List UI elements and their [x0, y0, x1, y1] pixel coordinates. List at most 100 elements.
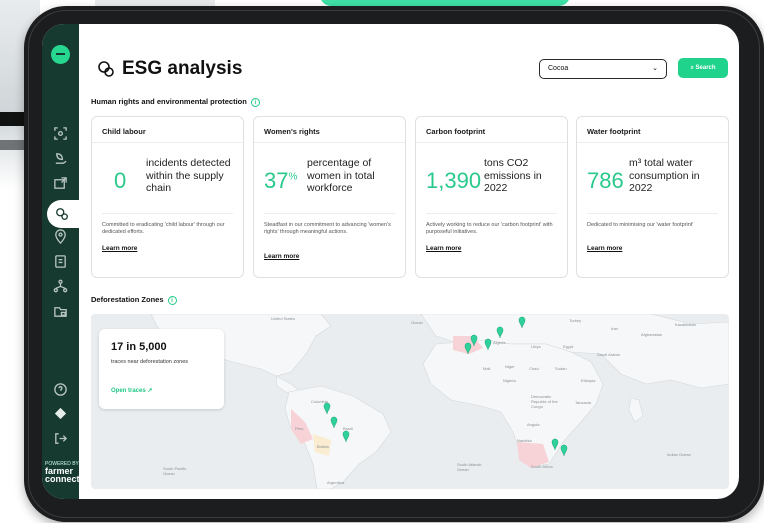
map-label: Brazil [343, 426, 354, 431]
map-label: Mali [483, 366, 491, 371]
card-value: 0 [114, 168, 126, 194]
map-label: South Atlantic Ocean [457, 462, 482, 472]
map-label: South Pacific Ocean [163, 466, 187, 476]
card-value-number: 37 [264, 168, 289, 193]
card-water-footprint: Water footprint 786 m³ total water consu… [576, 116, 729, 278]
map-label: Turkey [569, 318, 582, 323]
divider [102, 213, 233, 214]
folder-lock-icon[interactable] [53, 304, 68, 319]
map-label: Bolivia [317, 444, 329, 449]
map-label: Peru [295, 426, 304, 431]
card-womens-rights: Women's rights 37% percentage of women i… [253, 116, 406, 278]
page-title: ESG analysis [122, 58, 243, 79]
map-label: Angola [527, 422, 540, 427]
leaf-hand-icon[interactable] [53, 151, 68, 166]
esg-icon [56, 208, 68, 220]
box-export-icon[interactable] [53, 176, 68, 191]
map-label: Tanzania [575, 400, 592, 405]
map-label: United States [271, 316, 296, 321]
map-label: Ethiopia [581, 378, 596, 383]
card-title: Carbon footprint [426, 127, 486, 136]
map-label: Saudi Arabia [597, 352, 620, 357]
sidebar: POWERED BY farmer connect [42, 24, 83, 499]
map-label: Argentina [327, 480, 345, 485]
card-description: m³ total water consumption in 2022 [629, 157, 700, 194]
section-title-rights: Human rights and environmental protectio… [91, 97, 260, 107]
document-icon[interactable] [53, 254, 68, 269]
landmass-madagascar [628, 397, 644, 423]
help-icon[interactable] [53, 382, 68, 397]
esg-title-icon [98, 61, 114, 77]
profile-icon[interactable] [53, 406, 68, 421]
brand-line2: connect [45, 474, 80, 484]
card-title: Women's rights [264, 127, 320, 136]
divider [92, 142, 243, 143]
card-note: Committed to eradicating 'child labour' … [102, 222, 225, 235]
card-carbon-footprint: Carbon footprint 1,390 tons CO2 emission… [415, 116, 568, 278]
map-label: Colombia [311, 399, 328, 404]
traces-count: 17 in 5,000 [111, 341, 167, 353]
divider [254, 142, 405, 143]
learn-more-link[interactable]: Learn more [102, 245, 137, 252]
divider [587, 213, 718, 214]
divider [577, 142, 728, 143]
map-label: Ocean [411, 320, 423, 325]
nav-item-esg-active[interactable] [47, 200, 83, 228]
card-title: Water footprint [587, 127, 641, 136]
map-label: Sudan [555, 366, 567, 371]
deforestation-map[interactable]: United States Ocean Brazil Colombia Peru… [91, 314, 729, 489]
card-title: Child labour [102, 127, 146, 136]
traces-summary-card: 17 in 5,000 traces near deforestation zo… [99, 329, 224, 409]
app-logo[interactable] [51, 45, 70, 64]
map-label: Libya [531, 344, 541, 349]
card-note: Dedicated to minimising our 'water footp… [587, 222, 694, 228]
card-note: Actively working to reduce our 'carbon f… [426, 222, 553, 235]
card-value-number: 1,390 [426, 168, 482, 193]
map-label: Iran [611, 326, 618, 331]
map-label: Chad [529, 366, 539, 371]
section-title-deforestation-text: Deforestation Zones [91, 295, 164, 304]
commodity-select[interactable]: Cocoa ⌄ [539, 59, 667, 79]
map-label: Kazakhstan [675, 322, 696, 327]
section-title-deforestation: Deforestation Zones i [91, 295, 177, 305]
card-value-unit: % [288, 171, 298, 183]
brand-logo: POWERED BY farmer connect [45, 461, 80, 484]
search-icon: ⌕ [690, 65, 694, 71]
map-label: Democratic Republic of the Congo [531, 394, 558, 409]
card-value: 786 [587, 168, 624, 194]
map-label: Namibia [517, 438, 532, 443]
map-marker[interactable] [560, 444, 568, 457]
card-description: incidents detected within the supply cha… [146, 157, 231, 194]
divider [264, 213, 395, 214]
learn-more-link[interactable]: Learn more [264, 253, 299, 260]
network-icon[interactable] [53, 278, 68, 293]
search-button[interactable]: ⌕ Search [678, 58, 728, 78]
card-note: Steadfast in our commitment to advancing… [264, 222, 391, 235]
map-label: Niger [505, 364, 515, 369]
map-label: South Africa [531, 464, 553, 469]
info-icon[interactable]: i [167, 295, 177, 305]
divider [416, 142, 567, 143]
open-traces-link[interactable]: Open traces ↗ [111, 387, 152, 394]
map-label: Indian Ocean [667, 452, 691, 457]
learn-more-link[interactable]: Learn more [426, 245, 461, 252]
chevron-down-icon: ⌄ [652, 65, 658, 72]
map-label: Afghanistan [641, 332, 663, 337]
commodity-select-value: Cocoa [548, 65, 569, 72]
info-icon[interactable]: i [250, 97, 260, 107]
card-description: tons CO2 emissions in 2022 [484, 157, 542, 194]
search-button-label: Search [695, 65, 716, 71]
card-child-labour: Child labour 0 incidents detected within… [91, 116, 244, 278]
location-pin-icon[interactable] [53, 229, 68, 244]
traces-subtitle: traces near deforestation zones [111, 359, 189, 365]
card-value: 1,390 [426, 168, 481, 194]
card-value-number: 786 [587, 168, 624, 193]
scan-icon[interactable] [53, 126, 68, 141]
map-label: Egypt [563, 344, 574, 349]
logout-icon[interactable] [53, 431, 68, 446]
map-label: Nigeria [503, 378, 516, 383]
divider [426, 213, 557, 214]
map-label: Algeria [493, 340, 506, 345]
section-title-rights-text: Human rights and environmental protectio… [91, 97, 247, 106]
learn-more-link[interactable]: Learn more [587, 245, 622, 252]
